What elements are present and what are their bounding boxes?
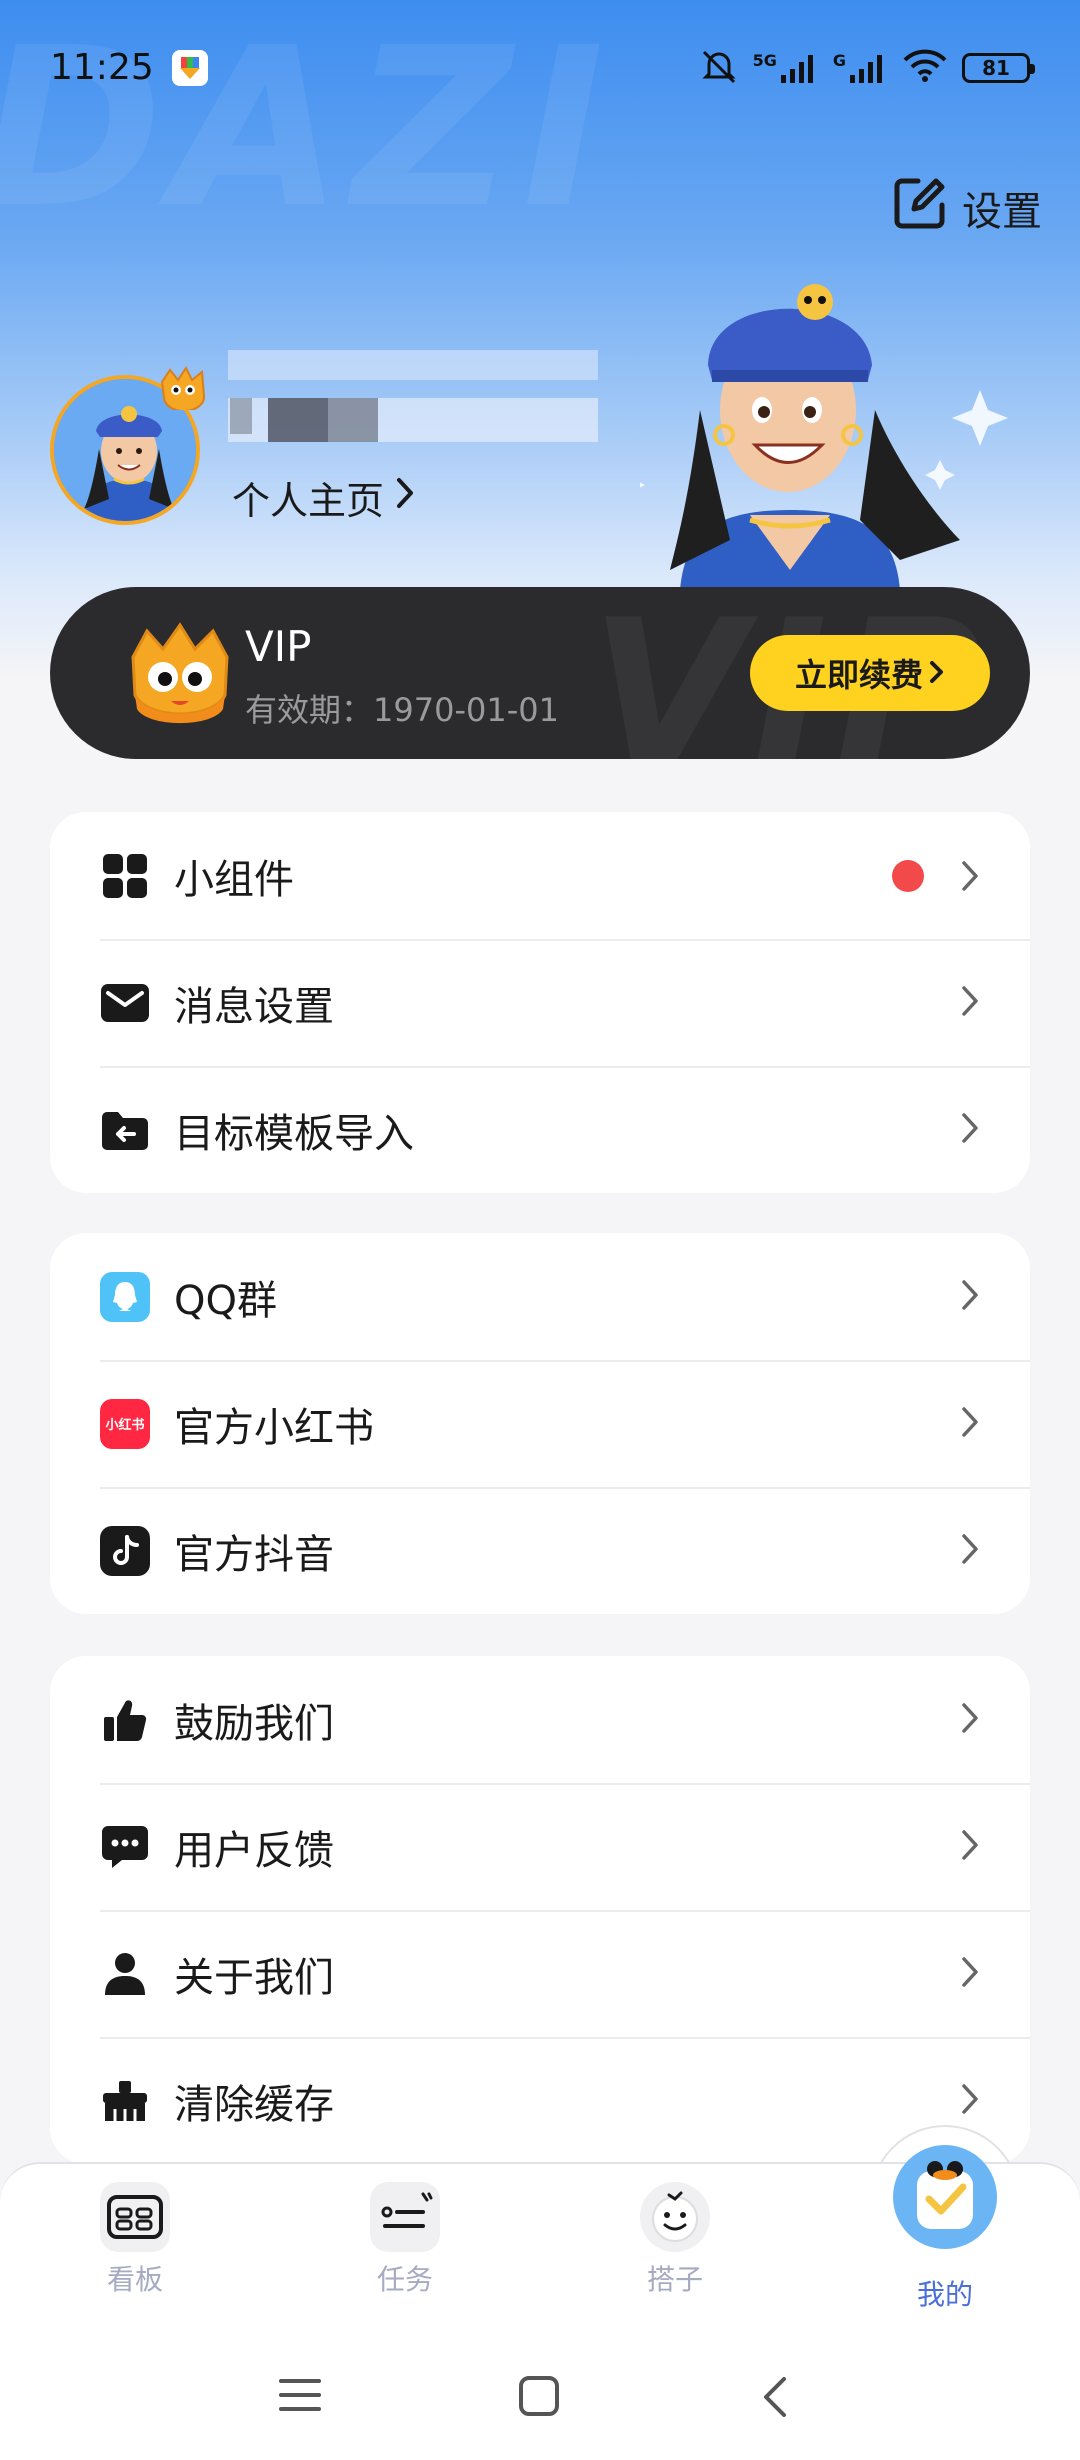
douyin-icon [100,1525,150,1576]
menu-item-label: 小组件 [174,856,294,903]
chevron-right-icon [960,1532,980,1570]
qq-icon [100,1271,150,1322]
tab-label: 搭子 [646,2263,703,2296]
tab-buddy[interactable]: 搭子 [575,2182,775,2298]
network-g-label: G [832,50,846,70]
settings-label: 设置 [962,189,1042,235]
person-icon [100,1949,150,1999]
menu-item-label: 消息设置 [174,983,334,1030]
menu-item-feedback[interactable]: 用户反馈 [50,1783,1030,1910]
edit-square-icon [892,175,948,241]
profile-link-label: 个人主页 [232,479,385,523]
menu-item-encourage[interactable]: 鼓励我们 [50,1656,1030,1783]
menu-card-social: QQ群 小红书 官方小红书 官方抖音 [50,1233,1030,1614]
menu-item-label: QQ群 [174,1277,277,1324]
menu-item-clear-cache[interactable]: 清除缓存 [50,2037,1030,2164]
chevron-right-icon [960,1828,980,1866]
battery-icon: 81 [962,52,1035,83]
menu-item-label: 目标模板导入 [174,1110,414,1157]
tab-label: 看板 [106,2263,163,2296]
network-5g-label: 5G [752,50,777,70]
cell-signal-2-icon: G [833,51,888,85]
system-navigation-bar [0,2330,1080,2460]
grid-icon [100,851,150,901]
chevron-right-icon [960,1111,980,1149]
chevron-right-icon [960,1701,980,1739]
home-icon[interactable] [518,2375,560,2421]
chevron-right-icon [960,1278,980,1316]
username-redacted [228,350,598,445]
menu-item-label: 鼓励我们 [174,1700,334,1747]
menu-card-about: 鼓励我们 用户反馈 关于我们 清除缓存 [50,1656,1030,2164]
bell-muted-icon [699,46,739,90]
mascot-illustration [615,270,1020,594]
menu-item-widgets[interactable]: 小组件 [50,812,1030,939]
menu-item-label: 官方抖音 [174,1531,334,1578]
renew-vip-button[interactable]: 立即续费 [750,635,990,711]
menu-item-about-us[interactable]: 关于我们 [50,1910,1030,2037]
vip-title: VIP [245,622,312,671]
status-bar: 11:25 5G G 81 [0,0,1080,135]
menu-card-tools: 小组件 消息设置 目标模板导入 [50,812,1030,1193]
thumbs-up-icon [100,1695,150,1745]
menu-item-qq-group[interactable]: QQ群 [50,1233,1030,1360]
menu-item-label: 清除缓存 [174,2081,334,2128]
crown-mascot-icon [125,617,235,731]
status-time: 11:25 [50,47,154,88]
wifi-icon [902,48,948,88]
menu-item-label: 关于我们 [174,1954,334,2001]
menu-item-xiaohongshu[interactable]: 小红书 官方小红书 [50,1360,1030,1487]
chevron-right-icon [960,1405,980,1443]
menu-item-message-settings[interactable]: 消息设置 [50,939,1030,1066]
broom-icon [100,2076,150,2126]
mascot-profile-icon[interactable] [893,2145,997,2249]
dashboard-icon [100,2182,170,2252]
mail-icon [100,978,150,1028]
chevron-right-icon [394,475,416,520]
xiaohongshu-icon: 小红书 [100,1398,150,1449]
menu-item-douyin[interactable]: 官方抖音 [50,1487,1030,1614]
notification-dot [892,859,924,892]
menu-icon[interactable] [278,2375,322,2419]
chat-bubble-icon [100,1822,150,1872]
tab-label: 我的 [916,2278,973,2311]
chevron-right-icon [960,2082,980,2120]
xiaohongshu-icon-text: 小红书 [105,1418,145,1433]
chevron-right-icon [929,654,945,692]
download-app-icon [171,49,208,86]
tab-dashboard[interactable]: 看板 [35,2182,235,2298]
tab-tasks[interactable]: 任务 [305,2182,505,2298]
folder-import-icon [100,1105,150,1155]
buddy-face-icon [640,2182,710,2252]
menu-item-label: 官方小红书 [174,1404,374,1451]
vip-expiry-date: 有效期：1970-01-01 [245,691,559,729]
vip-card[interactable]: VIP VIP 有效期：1970-01-01 立即续费 [50,587,1030,759]
profile-page-link[interactable]: 个人主页 [232,470,416,525]
chevron-right-icon [960,1955,980,1993]
menu-item-label: 用户反馈 [174,1827,334,1874]
renew-button-label: 立即续费 [794,656,923,694]
chevron-right-icon [892,859,980,893]
settings-button[interactable]: 设置 [892,175,1042,241]
task-list-icon [370,2182,440,2252]
crown-badge-icon [158,364,208,414]
back-icon[interactable] [760,2375,790,2423]
chevron-right-icon [960,984,980,1022]
tab-label: 任务 [376,2263,433,2296]
cell-signal-icon: 5G [753,51,819,85]
menu-item-template-import[interactable]: 目标模板导入 [50,1066,1030,1193]
